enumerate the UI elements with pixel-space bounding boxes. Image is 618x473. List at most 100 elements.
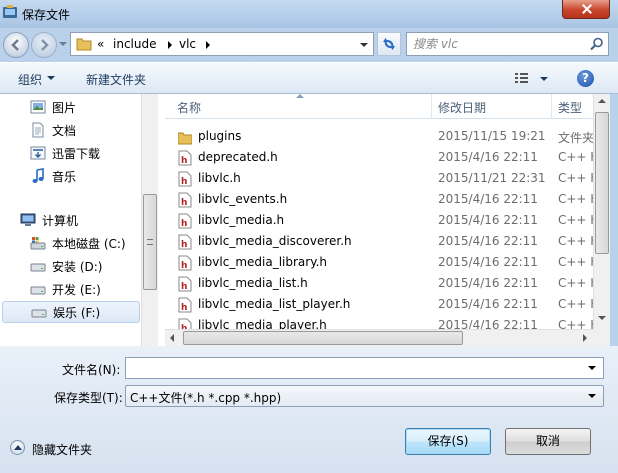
column-modified[interactable]: 修改日期: [438, 99, 486, 116]
chevron-down-icon[interactable]: [588, 366, 596, 370]
nav-item-pictures[interactable]: 图片: [0, 96, 140, 118]
nav-item-label: 娱乐 (F:): [53, 306, 101, 320]
filename-combobox[interactable]: [125, 357, 604, 379]
nav-item-label: 迅雷下载: [52, 147, 101, 161]
breadcrumb-include[interactable]: include: [113, 37, 156, 51]
arrow-right-icon: [41, 39, 49, 51]
file-name: libvlc_media.h: [198, 213, 285, 227]
scrollbar-thumb[interactable]: [183, 331, 463, 345]
nav-item-develop-e[interactable]: 开发 (E:): [0, 278, 140, 300]
file-name: libvlc_media_list_player.h: [198, 297, 351, 311]
file-row[interactable]: h libvlc_media_discoverer.h 2015/4/16 22…: [165, 231, 599, 252]
grip-icon: [147, 239, 153, 245]
organize-dropdown-icon[interactable]: [47, 76, 55, 80]
column-name[interactable]: 名称: [177, 99, 201, 116]
forward-button[interactable]: [31, 32, 57, 58]
file-name: libvlc_media_library.h: [198, 255, 328, 269]
navigation-pane: 图片 文档 迅雷下载 音乐 计算机 本地磁盘 (C:) 安装 (D:) 开发 (…: [0, 94, 158, 346]
file-row[interactable]: h libvlc_media.h 2015/4/16 22:11 C++ H: [165, 210, 599, 231]
svg-text:h: h: [181, 198, 187, 208]
scroll-left-icon[interactable]: [170, 334, 174, 342]
column-divider[interactable]: [551, 94, 552, 119]
save-form: 文件名(N): 保存类型(T): C++文件(*.h *.cpp *.hpp) …: [0, 346, 618, 473]
music-icon: [32, 168, 44, 183]
file-row[interactable]: h deprecated.h 2015/4/16 22:11 C++ H: [165, 147, 599, 168]
nav-item-label: 文档: [52, 124, 77, 138]
back-button[interactable]: [3, 32, 29, 58]
breadcrumb-chevron-icon[interactable]: [206, 41, 210, 49]
hide-folders-toggle[interactable]: 隐藏文件夹: [10, 439, 120, 457]
breadcrumb-vlc[interactable]: vlc: [179, 37, 196, 51]
file-name: deprecated.h: [198, 150, 278, 164]
arrow-left-icon: [11, 39, 19, 51]
search-box[interactable]: [406, 32, 609, 56]
file-row[interactable]: plugins 2015/11/15 19:21 文件夹: [165, 126, 594, 147]
nav-item-label: 音乐: [52, 170, 77, 184]
organize-button[interactable]: 组织: [18, 71, 42, 88]
collapse-arrow-icon[interactable]: [10, 440, 25, 455]
scroll-right-icon[interactable]: [583, 334, 587, 342]
breadcrumb-overflow[interactable]: «: [97, 37, 104, 51]
file-modified: 2015/4/16 22:11: [438, 234, 538, 248]
header-file-icon: h: [178, 234, 192, 250]
close-button[interactable]: [562, 0, 610, 19]
file-list-vertical-scrollbar[interactable]: [593, 94, 610, 329]
window-title: 保存文件: [22, 8, 71, 22]
column-header: 名称 修改日期 类型: [165, 94, 610, 119]
save-button[interactable]: 保存(S): [405, 428, 491, 455]
help-icon[interactable]: ?: [577, 70, 594, 87]
scroll-down-icon[interactable]: [598, 316, 606, 320]
file-modified: 2015/4/16 22:11: [438, 213, 538, 227]
file-modified: 2015/4/16 22:11: [438, 297, 538, 311]
cancel-button[interactable]: 取消: [505, 428, 591, 455]
refresh-button[interactable]: [377, 32, 401, 56]
drive-icon: [31, 309, 47, 318]
file-row[interactable]: h libvlc_media_list.h 2015/4/16 22:11 C+…: [165, 273, 599, 294]
file-modified: 2015/4/16 22:11: [438, 276, 538, 290]
filetype-select[interactable]: C++文件(*.h *.cpp *.hpp): [125, 385, 604, 407]
column-divider[interactable]: [431, 94, 432, 119]
nav-item-label: 开发 (E:): [52, 283, 101, 297]
nav-item-entertainment-f[interactable]: 娱乐 (F:): [2, 301, 140, 323]
recent-locations-icon[interactable]: [59, 40, 67, 48]
nav-item-music[interactable]: 音乐: [0, 165, 140, 187]
pictures-icon: [30, 100, 46, 114]
nav-item-thunder-download[interactable]: 迅雷下载: [0, 142, 140, 164]
scrollbar-thumb[interactable]: [143, 194, 157, 290]
app-icon: [3, 5, 17, 18]
scroll-up-icon[interactable]: [598, 99, 606, 103]
nav-item-local-disk-c[interactable]: 本地磁盘 (C:): [0, 232, 140, 254]
breadcrumb-chevron-icon[interactable]: [168, 41, 172, 49]
chevron-down-icon[interactable]: [588, 394, 596, 398]
scrollbar-thumb[interactable]: [595, 112, 609, 254]
search-input[interactable]: [413, 36, 583, 52]
column-type[interactable]: 类型: [558, 99, 582, 116]
file-list: 名称 修改日期 类型 plugins 2015/11/15 19:21 文件夹 …: [165, 94, 610, 346]
navigation-bar: « include vlc: [0, 28, 618, 60]
svg-text:h: h: [181, 303, 187, 313]
nav-item-install-d[interactable]: 安装 (D:): [0, 255, 140, 277]
filename-input[interactable]: [130, 360, 570, 376]
nav-item-computer[interactable]: 计算机: [0, 209, 140, 231]
file-modified: 2015/4/16 22:11: [438, 150, 538, 164]
file-row[interactable]: h libvlc_media_list_player.h 2015/4/16 2…: [165, 294, 599, 315]
new-folder-button[interactable]: 新建文件夹: [86, 71, 146, 88]
nav-pane-scrollbar[interactable]: [141, 94, 158, 346]
address-bar[interactable]: « include vlc: [70, 32, 374, 56]
svg-text:h: h: [181, 156, 187, 166]
header-file-icon: h: [178, 192, 192, 208]
file-row[interactable]: h libvlc.h 2015/11/21 22:31 C++ H: [165, 168, 599, 189]
search-icon[interactable]: [590, 37, 604, 51]
header-file-icon: h: [178, 150, 192, 166]
file-list-horizontal-scrollbar[interactable]: [165, 329, 593, 346]
nav-item-documents[interactable]: 文档: [0, 119, 140, 141]
view-options-icon[interactable]: [514, 72, 548, 86]
nav-item-label: 计算机: [42, 214, 79, 228]
file-modified: 2015/11/15 19:21: [438, 129, 546, 143]
file-row[interactable]: h libvlc_events.h 2015/4/16 22:11 C++ H: [165, 189, 599, 210]
chevron-down-icon[interactable]: [357, 40, 371, 50]
nav-item-label: 安装 (D:): [52, 260, 103, 274]
drive-icon: [30, 263, 46, 272]
file-modified: 2015/11/21 22:31: [438, 171, 546, 185]
file-row[interactable]: h libvlc_media_library.h 2015/4/16 22:11…: [165, 252, 599, 273]
